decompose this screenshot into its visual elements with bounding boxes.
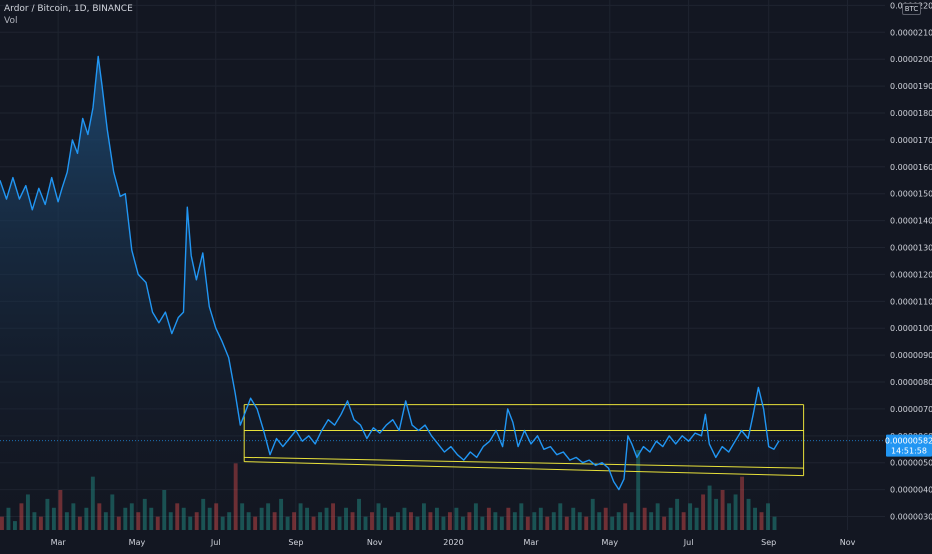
x-tick-label: Jul	[683, 538, 694, 547]
y-tick-label: 0.00002000	[890, 55, 932, 64]
y-tick-label: 0.00002100	[890, 28, 932, 37]
y-tick-label: 0.00000300	[890, 513, 932, 522]
currency-badge[interactable]: BTC	[902, 3, 921, 15]
price-chart: 0.000003000.000004000.000005000.00000600…	[0, 0, 932, 547]
x-tick-label: Sep	[288, 538, 303, 547]
x-tick-label: Mar	[523, 538, 539, 547]
y-tick-label: 0.00000800	[890, 378, 932, 387]
y-tick-label: 0.00001700	[890, 136, 932, 145]
y-tick-label: 0.00001400	[890, 217, 932, 226]
x-tick-label: May	[602, 538, 619, 547]
y-tick-label: 0.00001800	[890, 109, 932, 118]
y-tick-label: 0.00001600	[890, 163, 932, 172]
x-tick-label: Mar	[51, 538, 67, 547]
chart-container: 0.000003000.000004000.000005000.00000600…	[0, 0, 932, 550]
y-tick-label: 0.00001500	[890, 190, 932, 199]
y-tick-label: 0.00000700	[890, 405, 932, 414]
x-tick-label: Sep	[761, 538, 776, 547]
time-axis: Mar May Jul Sep Nov 2020 Mar May Jul Sep Nov	[51, 538, 856, 547]
bar-countdown: 14:51:58	[891, 447, 927, 456]
y-tick-label: 0.00001900	[890, 82, 932, 91]
price-area-fill	[0, 56, 780, 530]
volume-legend[interactable]: Vol	[4, 15, 133, 27]
y-tick-label: 0.00001100	[890, 297, 932, 306]
chart-legend: Ardor / Bitcoin, 1D, BINANCE Vol	[4, 3, 133, 27]
y-tick-label: 0.00000500	[890, 459, 932, 468]
y-tick-label: 0.00001300	[890, 244, 932, 253]
y-tick-label: 0.00001200	[890, 270, 932, 279]
y-tick-label: 0.00000400	[890, 486, 932, 495]
y-tick-label: 0.00000900	[890, 351, 932, 360]
x-tick-label: 2020	[443, 538, 463, 547]
x-tick-label: Nov	[367, 538, 383, 547]
symbol-title[interactable]: Ardor / Bitcoin, 1D, BINANCE	[4, 3, 133, 15]
x-tick-label: Nov	[840, 538, 856, 547]
last-price-value: 0.00000582	[885, 437, 932, 446]
x-tick-label: May	[129, 538, 146, 547]
price-area	[0, 56, 780, 530]
y-tick-label: 0.00001000	[890, 324, 932, 333]
x-tick-label: Jul	[210, 538, 221, 547]
